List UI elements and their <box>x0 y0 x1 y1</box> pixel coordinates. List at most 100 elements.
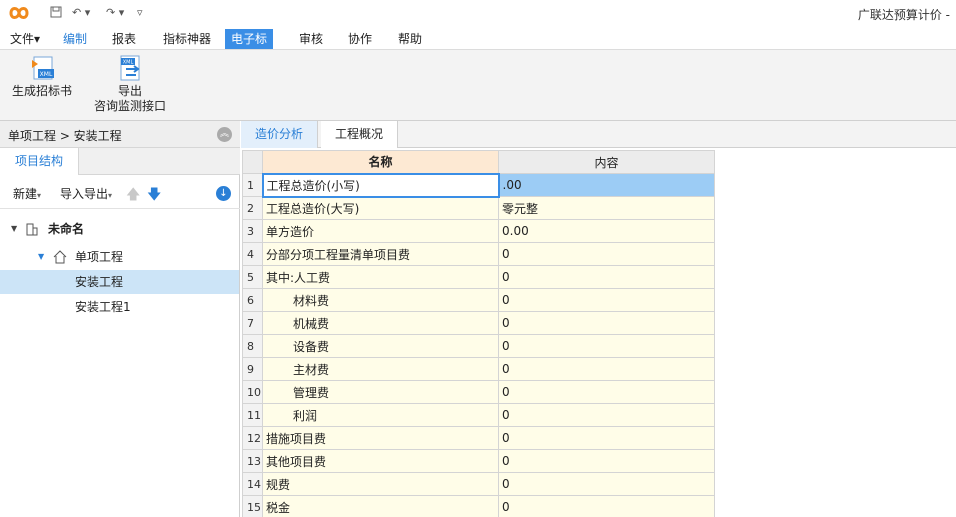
tree-node-single[interactable]: ▼ 单项工程 <box>0 245 239 269</box>
cell-value[interactable]: 0 <box>498 288 715 312</box>
cell-name[interactable]: 规费 <box>262 472 499 496</box>
cell-name[interactable]: 设备费 <box>262 334 499 358</box>
cell-name[interactable]: 主材费 <box>262 357 499 381</box>
tab-project-structure[interactable]: 项目结构 <box>0 148 79 175</box>
cell-value[interactable]: 0 <box>498 472 715 496</box>
collapse-icon[interactable]: ︽ <box>217 127 232 142</box>
cell-value[interactable]: 0 <box>498 265 715 289</box>
row-number[interactable]: 12 <box>242 426 263 450</box>
redo-icon[interactable]: ↷ ▾ <box>106 6 124 20</box>
save-icon[interactable] <box>50 6 62 20</box>
cell-value[interactable]: 零元整 <box>498 196 715 220</box>
menu-help[interactable]: 帮助 <box>392 29 428 49</box>
tree-node-install1[interactable]: 安装工程1 <box>0 295 239 319</box>
table-row[interactable]: 7 机械费 0 <box>242 311 715 335</box>
table-row[interactable]: 2 工程总造价(大写) 零元整 <box>242 196 715 220</box>
expand-icon[interactable]: ▼ <box>38 245 44 269</box>
cell-value[interactable]: 0 <box>498 426 715 450</box>
table-row[interactable]: 8 设备费 0 <box>242 334 715 358</box>
row-number[interactable]: 8 <box>242 334 263 358</box>
column-header-name[interactable]: 名称 <box>262 150 499 174</box>
cell-name[interactable]: 工程总造价(小写) <box>261 172 500 198</box>
cell-name[interactable]: 机械费 <box>262 311 499 335</box>
cell-value[interactable]: 0 <box>498 380 715 404</box>
cell-name[interactable]: 措施项目费 <box>262 426 499 450</box>
row-number[interactable]: 10 <box>242 380 263 404</box>
cell-name[interactable]: 分部分项工程量清单项目费 <box>262 242 499 266</box>
cell-value[interactable]: 0 <box>498 403 715 427</box>
left-tabs: 项目结构 <box>0 148 240 175</box>
new-button[interactable]: 新建▾ <box>13 185 41 202</box>
customize-qa-icon[interactable]: ▿ <box>137 6 143 20</box>
cell-value[interactable]: 0 <box>498 311 715 335</box>
cell-name[interactable]: 单方造价 <box>262 219 499 243</box>
cell-value[interactable]: 0.00 <box>498 219 715 243</box>
cell-value[interactable]: 0 <box>498 449 715 473</box>
cell-name[interactable]: 材料费 <box>262 288 499 312</box>
row-number[interactable]: 1 <box>242 173 263 197</box>
menu-review[interactable]: 审核 <box>293 29 329 49</box>
row-number[interactable]: 2 <box>242 196 263 220</box>
row-number[interactable]: 5 <box>242 265 263 289</box>
cell-name[interactable]: 工程总造价(大写) <box>262 196 499 220</box>
row-number[interactable]: 13 <box>242 449 263 473</box>
export-monitor-button[interactable]: XML 导出 咨询监测接口 <box>92 54 168 114</box>
column-header-content[interactable]: 内容 <box>498 150 715 174</box>
download-icon[interactable]: ↓ <box>216 186 231 201</box>
cell-value[interactable]: 0 <box>498 495 715 517</box>
row-number[interactable]: 3 <box>242 219 263 243</box>
table-row[interactable]: 4 分部分项工程量清单项目费 0 <box>242 242 715 266</box>
tab-cost-analysis[interactable]: 造价分析 <box>241 121 319 148</box>
generate-tender-button[interactable]: XML 生成招标书 <box>10 54 74 99</box>
row-number[interactable]: 15 <box>242 495 263 517</box>
project-panel: 单项工程 > 安装工程 ︽ 项目结构 新建▾ 导入导出▾ 🡅 🡇 ↓ ▼ 未命名… <box>0 121 240 517</box>
tab-project-overview[interactable]: 工程概况 <box>321 121 399 148</box>
table-row[interactable]: 1 工程总造价(小写) .00 <box>242 172 715 198</box>
cell-value[interactable]: 0 <box>498 357 715 381</box>
left-toolbar: 新建▾ 导入导出▾ 🡅 🡇 ↓ <box>0 175 240 209</box>
building-icon <box>26 223 38 236</box>
cell-value[interactable]: 0 <box>498 334 715 358</box>
tree-node-install[interactable]: 安装工程 <box>0 270 239 294</box>
row-number[interactable]: 14 <box>242 472 263 496</box>
menu-edit[interactable]: 编制 <box>57 29 93 49</box>
table-row[interactable]: 3 单方造价 0.00 <box>242 219 715 243</box>
corner-cell <box>242 150 263 174</box>
row-number[interactable]: 11 <box>242 403 263 427</box>
table-row[interactable]: 14 规费 0 <box>242 472 715 496</box>
title-bar: ↶ ▾ ↷ ▾ ▿ 广联达预算计价 - <box>0 0 956 27</box>
cell-name[interactable]: 管理费 <box>262 380 499 404</box>
row-number[interactable]: 7 <box>242 311 263 335</box>
chevron-down-icon: ▾ <box>108 191 113 200</box>
cell-value[interactable]: .00 <box>498 173 715 197</box>
table-row[interactable]: 12 措施项目费 0 <box>242 426 715 450</box>
menu-etender[interactable]: 电子标 <box>225 29 274 49</box>
row-number[interactable]: 4 <box>242 242 263 266</box>
menu-file[interactable]: 文件▾ <box>4 29 46 49</box>
undo-icon[interactable]: ↶ ▾ <box>72 6 90 20</box>
cell-name[interactable]: 利润 <box>262 403 499 427</box>
menu-collab[interactable]: 协作 <box>342 29 378 49</box>
move-up-icon[interactable]: 🡅 <box>126 184 140 208</box>
new-label: 新建 <box>13 187 38 201</box>
menu-report[interactable]: 报表 <box>106 29 142 49</box>
table-row[interactable]: 15 税金 0 <box>242 495 715 517</box>
row-number[interactable]: 6 <box>242 288 263 312</box>
table-row[interactable]: 11 利润 0 <box>242 403 715 427</box>
import-export-label: 导入导出 <box>60 187 109 201</box>
table-row[interactable]: 6 材料费 0 <box>242 288 715 312</box>
table-row[interactable]: 13 其他项目费 0 <box>242 449 715 473</box>
move-down-icon[interactable]: 🡇 <box>147 184 161 208</box>
table-row[interactable]: 10 管理费 0 <box>242 380 715 404</box>
cell-name[interactable]: 其中:人工费 <box>262 265 499 289</box>
cell-value[interactable]: 0 <box>498 242 715 266</box>
import-export-button[interactable]: 导入导出▾ <box>60 185 112 202</box>
cell-name[interactable]: 其他项目费 <box>262 449 499 473</box>
expand-icon[interactable]: ▼ <box>11 217 17 241</box>
table-row[interactable]: 5 其中:人工费 0 <box>242 265 715 289</box>
row-number[interactable]: 9 <box>242 357 263 381</box>
table-row[interactable]: 9 主材费 0 <box>242 357 715 381</box>
tree-node-root[interactable]: ▼ 未命名 <box>0 217 239 241</box>
cell-name[interactable]: 税金 <box>262 495 499 517</box>
menu-indicator[interactable]: 指标神器 <box>157 29 217 49</box>
